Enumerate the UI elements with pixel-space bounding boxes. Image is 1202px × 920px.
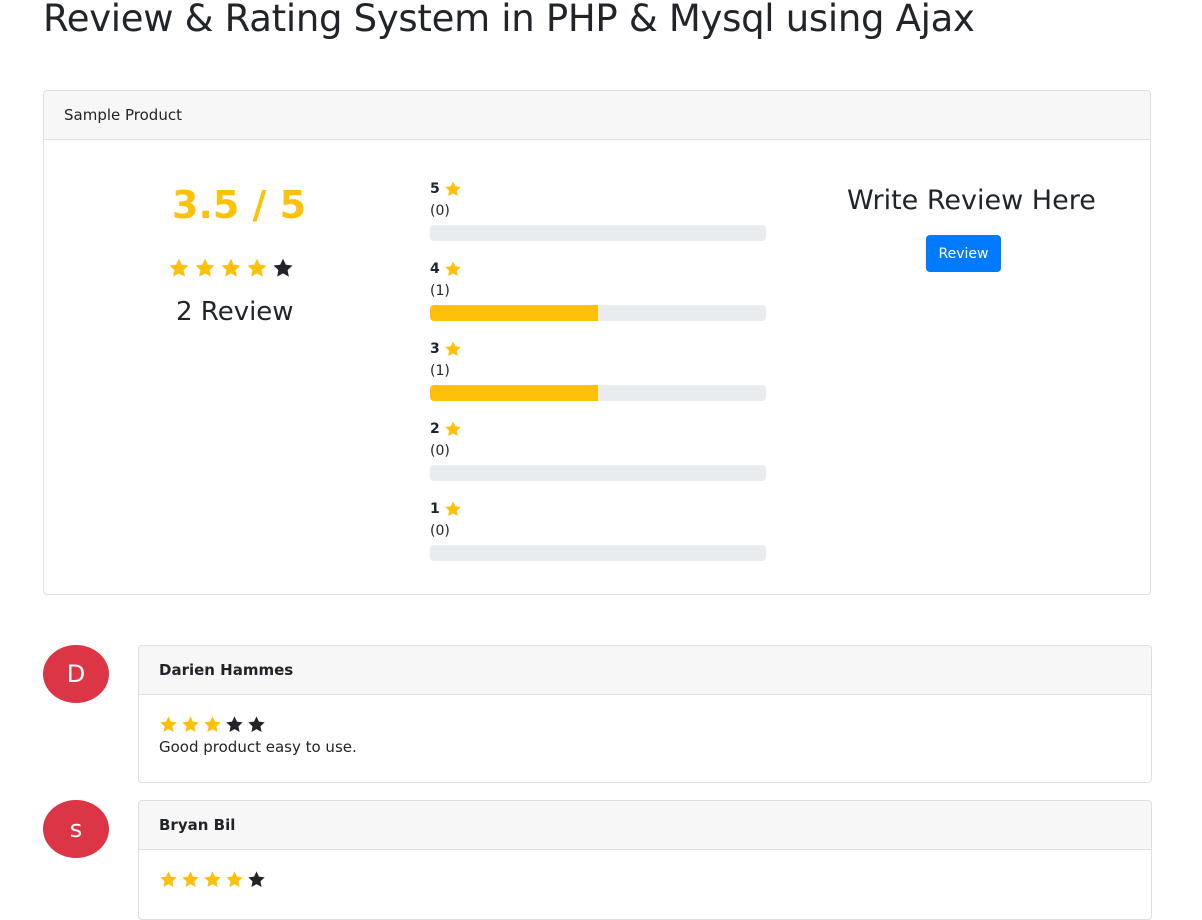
review-button[interactable]: Review (926, 235, 1001, 272)
product-card-header: Sample Product (44, 91, 1150, 140)
star-icon (203, 870, 222, 889)
page-title: Review & Rating System in PHP & Mysql us… (43, 0, 975, 40)
reviewer-name: Darien Hammes (139, 646, 1151, 695)
star-icon (203, 715, 222, 734)
rating-progress-fill (430, 385, 598, 401)
rating-row-label: 3 (430, 339, 462, 359)
rating-progress-bar (430, 225, 766, 241)
star-icon (159, 715, 178, 734)
rating-row-star-number: 2 (430, 421, 440, 437)
rating-row-star-number: 1 (430, 501, 440, 517)
rating-progress-bar (430, 385, 766, 401)
reviewer-name: Bryan Bil (139, 801, 1151, 850)
rating-row-star-number: 3 (430, 341, 440, 357)
star-icon (246, 257, 268, 279)
star-icon (247, 715, 266, 734)
review-card: Darien Hammes Good product easy to use. (138, 645, 1152, 783)
star-icon (444, 420, 462, 438)
review-text: Good product easy to use. (159, 738, 357, 756)
star-icon (168, 257, 190, 279)
rating-row-label: 5 (430, 179, 462, 199)
review-body (139, 850, 1151, 889)
reviewer-avatar: s (43, 800, 109, 858)
review-count: 2 Review (176, 297, 294, 327)
reviewer-avatar: D (43, 645, 109, 703)
star-icon (225, 715, 244, 734)
average-rating: 3.5 / 5 (172, 183, 307, 227)
rating-row-2: 2 (0) (430, 419, 766, 499)
star-icon (225, 870, 244, 889)
review-stars (159, 715, 1131, 734)
star-icon (194, 257, 216, 279)
product-rating-card: Sample Product 3.5 / 5 2 Review 5 (0) 4 (1)… (43, 90, 1151, 595)
rating-row-3: 3 (1) (430, 339, 766, 419)
rating-progress-fill (430, 305, 598, 321)
star-icon (444, 180, 462, 198)
rating-row-4: 4 (1) (430, 259, 766, 339)
rating-row-star-number: 5 (430, 181, 440, 197)
star-icon (181, 870, 200, 889)
rating-progress-bar (430, 545, 766, 561)
rating-row-count: (0) (430, 203, 450, 219)
rating-row-count: (0) (430, 523, 450, 539)
write-review-title: Write Review Here (847, 185, 1096, 216)
rating-row-1: 1 (0) (430, 499, 766, 579)
rating-row-label: 1 (430, 499, 462, 519)
star-icon (159, 870, 178, 889)
rating-row-star-number: 4 (430, 261, 440, 277)
rating-row-count: (1) (430, 363, 450, 379)
rating-breakdown: 5 (0) 4 (1) 3 (1) 2 (0) 1 (0) (430, 179, 766, 579)
star-icon (444, 500, 462, 518)
review-stars (159, 870, 1131, 889)
star-icon (272, 257, 294, 279)
star-icon (444, 340, 462, 358)
rating-progress-bar (430, 305, 766, 321)
average-rating-stars (168, 257, 294, 279)
star-icon (444, 260, 462, 278)
rating-row-label: 4 (430, 259, 462, 279)
star-icon (181, 715, 200, 734)
star-icon (220, 257, 242, 279)
review-body: Good product easy to use. (139, 695, 1151, 756)
rating-row-5: 5 (0) (430, 179, 766, 259)
review-card: Bryan Bil (138, 800, 1152, 920)
star-icon (247, 870, 266, 889)
rating-row-count: (1) (430, 283, 450, 299)
rating-progress-bar (430, 465, 766, 481)
rating-row-label: 2 (430, 419, 462, 439)
rating-row-count: (0) (430, 443, 450, 459)
